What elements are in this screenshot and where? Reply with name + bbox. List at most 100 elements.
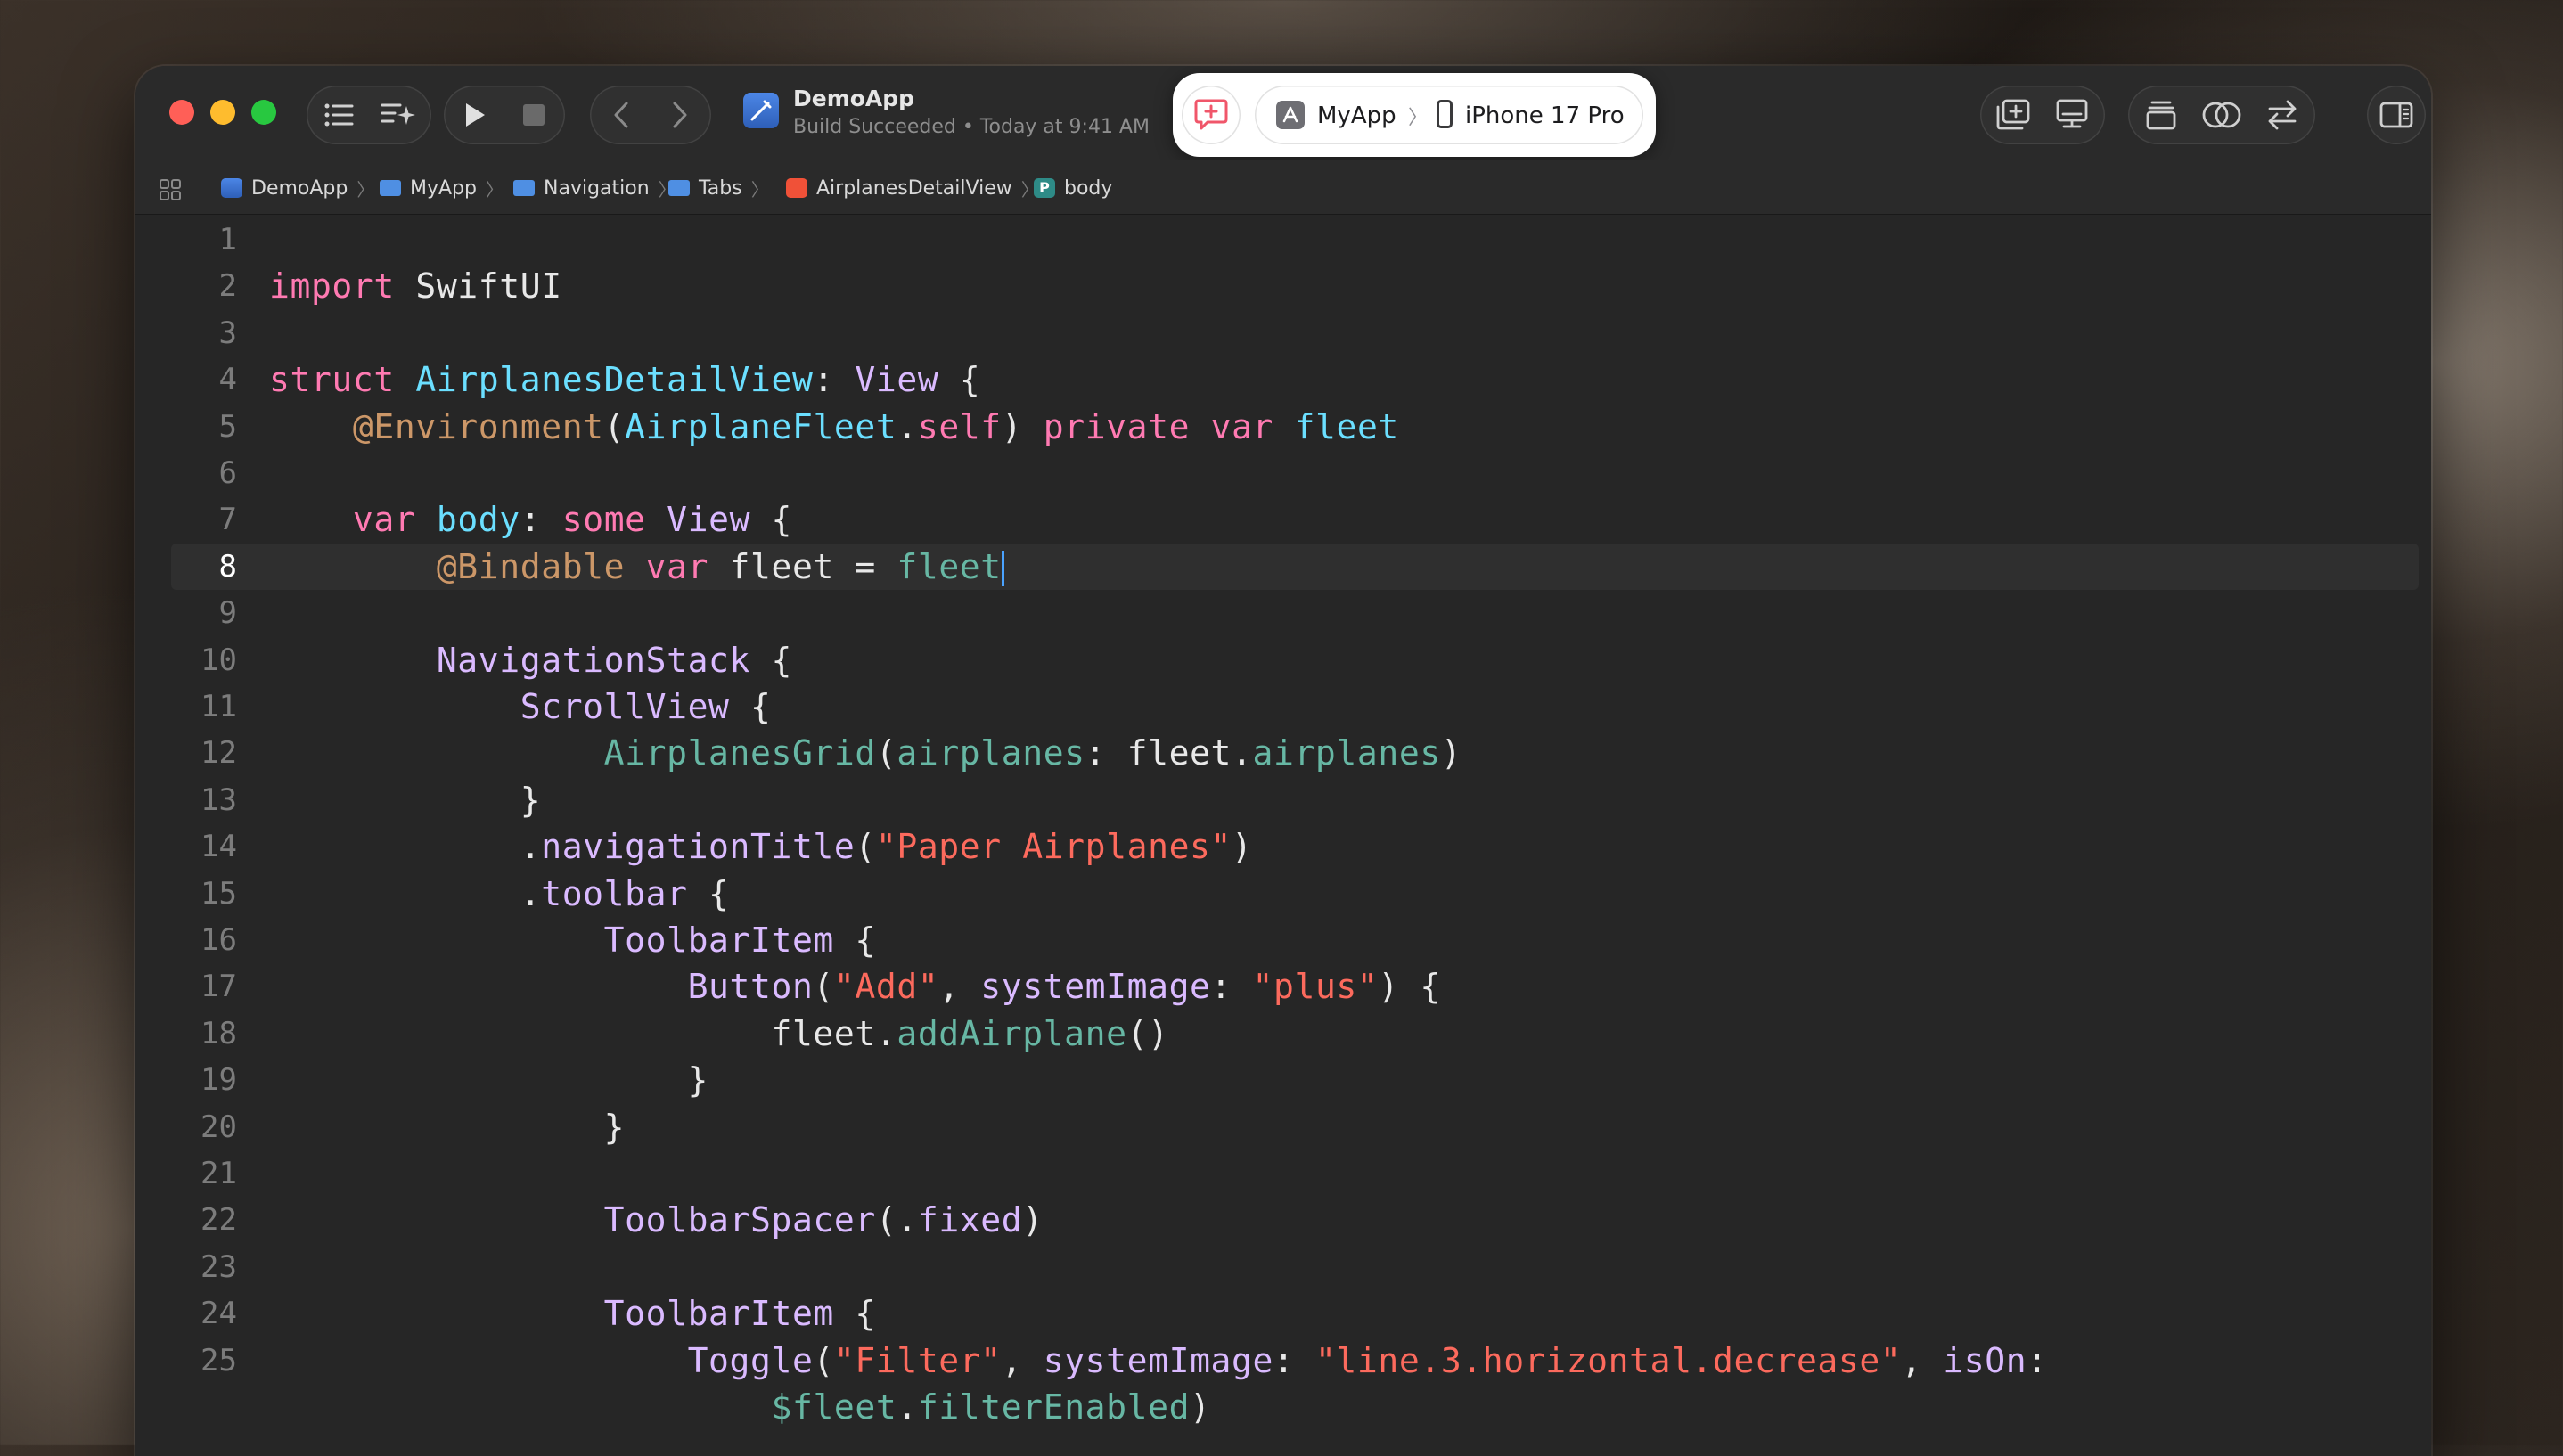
source-control-button[interactable] bbox=[2253, 86, 2312, 144]
code-token: struct bbox=[269, 360, 395, 400]
iphone-icon bbox=[1437, 100, 1453, 128]
navigator-list-button[interactable] bbox=[310, 86, 369, 144]
code-token: fleet = bbox=[708, 546, 897, 586]
code-token: . bbox=[269, 873, 542, 913]
code-line[interactable]: 3 bbox=[135, 310, 2431, 356]
go-forward-button[interactable] bbox=[651, 86, 709, 144]
code-line[interactable]: 13 } bbox=[135, 777, 2431, 823]
code-token: "line.3.horizontal.decrease" bbox=[1314, 1340, 1902, 1380]
jump-bar-item[interactable]: Navigation 〉 bbox=[513, 176, 676, 200]
code-token: (. bbox=[875, 1200, 918, 1240]
code-line[interactable]: 18 fleet.addAirplane() bbox=[135, 1010, 2431, 1057]
code-token: airplanes bbox=[897, 733, 1085, 773]
toolbar: DemoApp Build Succeeded • Today at 9:41 … bbox=[135, 66, 2431, 160]
code-token: : bbox=[1210, 967, 1253, 1007]
coding-assistant-button[interactable] bbox=[369, 86, 428, 144]
code-line[interactable]: 7 var body: some View { bbox=[135, 496, 2431, 543]
line-number: 5 bbox=[218, 408, 237, 445]
code-token: navigationTitle bbox=[541, 827, 856, 867]
zoom-window-button[interactable] bbox=[251, 100, 276, 125]
code-line[interactable]: 19 } bbox=[135, 1057, 2431, 1103]
source-editor[interactable]: 1 2 import SwiftUI 3 4 struct AirplanesDetail… bbox=[135, 215, 2431, 1456]
code-token: { bbox=[687, 873, 730, 913]
code-line[interactable]: 12 AirplanesGrid(airplanes: fleet.airpla… bbox=[135, 730, 2431, 776]
code-line[interactable]: 14 .navigationTitle("Paper Airplanes") bbox=[135, 823, 2431, 870]
code-token: View bbox=[667, 500, 751, 540]
code-line[interactable]: 11 ScrollView { bbox=[135, 683, 2431, 730]
code-line[interactable]: 5 @Environment(AirplaneFleet.self) priva… bbox=[135, 404, 2431, 450]
code-line[interactable]: 17 Button("Add", systemImage: "plus") { bbox=[135, 963, 2431, 1010]
inspector-toggle-button[interactable] bbox=[2367, 86, 2426, 144]
code-text: .toolbar { bbox=[269, 871, 730, 917]
stop-button[interactable] bbox=[504, 86, 563, 144]
code-line[interactable]: 16 ToolbarItem { bbox=[135, 917, 2431, 963]
scheme-selector[interactable]: MyApp 〉 iPhone 17 Pro bbox=[1255, 86, 1643, 144]
chevron-left-icon bbox=[614, 102, 628, 128]
close-window-button[interactable] bbox=[169, 100, 194, 125]
app-store-icon bbox=[1276, 101, 1305, 129]
code-line[interactable]: 25 Toggle("Filter", systemImage: "line.3… bbox=[135, 1337, 2431, 1384]
jump-bar-separator: 〉 bbox=[750, 178, 769, 200]
debug-area-button[interactable] bbox=[2132, 86, 2190, 144]
jump-bar-item-label: Navigation bbox=[544, 176, 650, 200]
jump-bar-item[interactable]: Tabs 〉 bbox=[668, 176, 769, 200]
code-token: Button bbox=[687, 967, 814, 1007]
code-line[interactable]: 9 bbox=[135, 590, 2431, 636]
canvas-button[interactable] bbox=[2043, 86, 2101, 144]
code-line[interactable]: 10 NavigationStack { bbox=[135, 637, 2431, 683]
code-text: @Environment(AirplaneFleet.self) private… bbox=[269, 404, 1399, 450]
code-token: ) bbox=[1022, 1200, 1044, 1240]
line-number: 24 bbox=[201, 1296, 237, 1332]
jump-bar-item[interactable]: AirplanesDetailView 〉 bbox=[786, 176, 1039, 200]
jump-bar-item[interactable]: Pbody bbox=[1034, 176, 1112, 200]
code-token: ( bbox=[813, 967, 834, 1007]
sparkle-text-icon bbox=[381, 103, 415, 125]
code-token: View bbox=[855, 360, 939, 400]
library-button[interactable] bbox=[1984, 86, 2043, 144]
code-token: ( bbox=[603, 406, 626, 446]
code-line[interactable]: 4 struct AirplanesDetailView: View { bbox=[135, 356, 2431, 403]
code-line[interactable]: 1 bbox=[135, 217, 2431, 263]
code-line[interactable]: 22 ToolbarSpacer(.fixed) bbox=[135, 1197, 2431, 1243]
code-line[interactable]: 23 bbox=[135, 1244, 2431, 1290]
code-token: "Add" bbox=[833, 967, 939, 1007]
add-feedback-button[interactable] bbox=[1182, 86, 1241, 144]
code-line[interactable]: 15 .toolbar { bbox=[135, 871, 2431, 917]
code-token: : bbox=[2027, 1340, 2048, 1380]
code-line[interactable]: 6 bbox=[135, 450, 2431, 496]
chevron-right-icon bbox=[673, 102, 687, 128]
code-token: () bbox=[1126, 1013, 1169, 1053]
jump-bar-item-label: Tabs bbox=[699, 176, 742, 200]
line-number: 18 bbox=[201, 1015, 237, 1051]
run-destination-label[interactable]: iPhone 17 Pro bbox=[1465, 102, 1625, 129]
code-line[interactable]: 20 } bbox=[135, 1104, 2431, 1150]
code-line[interactable]: 2 import SwiftUI bbox=[135, 263, 2431, 309]
project-icon bbox=[743, 93, 779, 128]
scheme-app-label[interactable]: MyApp bbox=[1317, 102, 1396, 129]
code-token: @Bindable bbox=[436, 546, 626, 586]
code-token: ) bbox=[1001, 406, 1044, 446]
code-line[interactable]: $fleet.filterEnabled) bbox=[135, 1384, 2431, 1430]
code-token: systemImage bbox=[980, 967, 1211, 1007]
code-line[interactable]: 21 bbox=[135, 1150, 2431, 1197]
project-icon bbox=[221, 178, 242, 198]
code-line[interactable]: 8 @Bindable var fleet = fleet bbox=[171, 543, 2419, 590]
go-back-button[interactable] bbox=[592, 86, 651, 144]
jump-bar-item[interactable]: MyApp 〉 bbox=[380, 176, 504, 200]
project-title: DemoApp bbox=[793, 86, 915, 111]
compare-button[interactable] bbox=[2192, 86, 2251, 144]
code-text: struct AirplanesDetailView: View { bbox=[269, 356, 980, 403]
line-number: 22 bbox=[201, 1202, 237, 1239]
minimize-window-button[interactable] bbox=[210, 100, 235, 125]
run-button[interactable] bbox=[446, 86, 504, 144]
code-line[interactable]: 24 ToolbarItem { bbox=[135, 1290, 2431, 1337]
jump-bar-item[interactable]: DemoApp 〉 bbox=[221, 176, 374, 200]
related-items-grid-icon[interactable] bbox=[159, 178, 182, 201]
jump-bar-item-label: body bbox=[1064, 176, 1113, 200]
swift-file-icon bbox=[786, 178, 807, 198]
line-number: 16 bbox=[201, 922, 237, 958]
code-token: ) bbox=[1440, 733, 1462, 773]
